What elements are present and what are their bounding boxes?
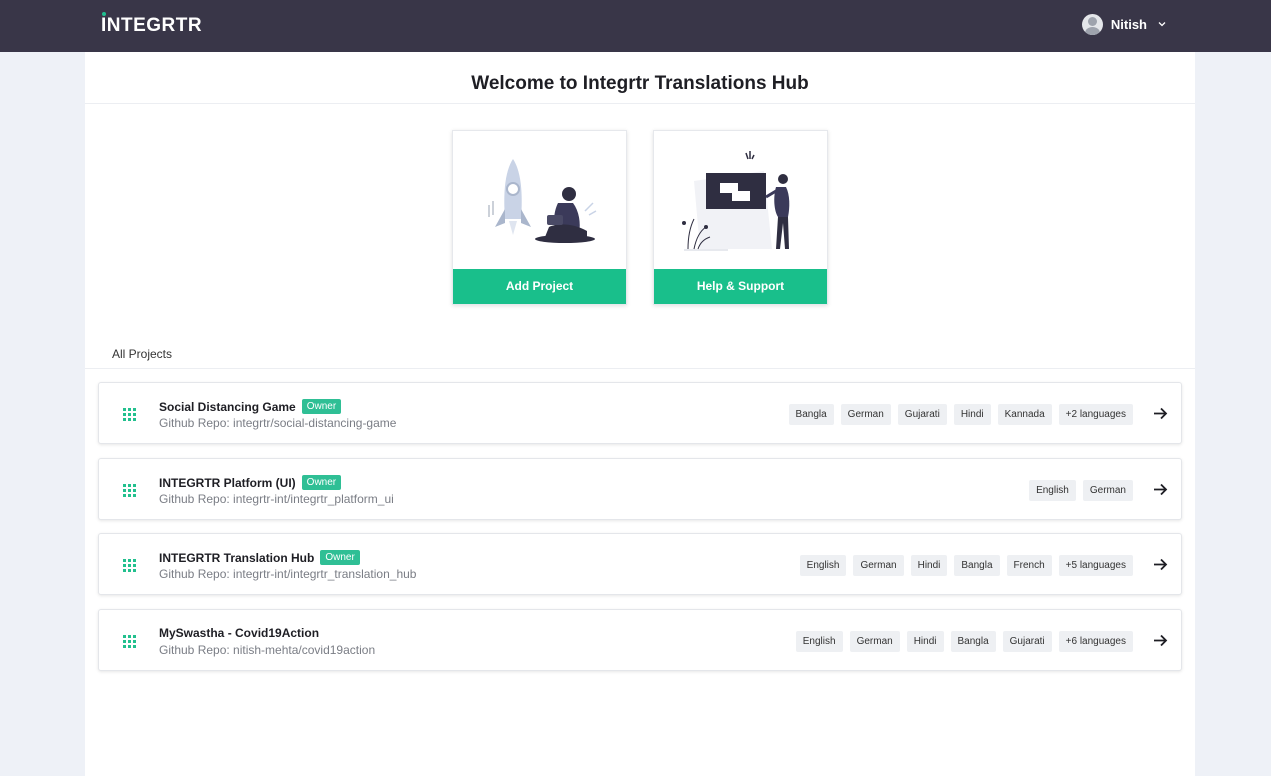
language-tags: English German Hindi Bangla French +5 la… [799,555,1133,576]
owner-badge: Owner [301,399,342,414]
project-title: INTEGRTR Platform (UI) [159,475,296,490]
grid-drag-handle-icon[interactable] [123,559,136,572]
user-menu[interactable]: Nitish [1081,13,1167,35]
project-title: MySwastha - Covid19Action [159,626,320,640]
presentation-illustration-icon [682,151,790,251]
project-repo: Github Repo: integrtr-int/integrtr_trans… [159,567,417,581]
language-tag: Hindi [953,404,991,425]
language-tags: English German Hindi Bangla Gujarati +6 … [795,631,1133,652]
more-languages-tag: +5 languages [1058,555,1133,576]
language-tag: German [853,555,904,576]
more-languages-tag: +2 languages [1058,404,1133,425]
arrow-right-icon[interactable] [1152,556,1169,573]
grid-drag-handle-icon[interactable] [123,484,136,497]
project-row[interactable]: MySwastha - Covid19Action Github Repo: n… [98,609,1182,671]
project-repo: Github Repo: integrtr-int/integrtr_platf… [159,492,394,506]
integrtr-logo[interactable]: INTEGRTR [101,12,203,39]
language-tag: Gujarati [1002,631,1052,652]
logo-accent-dot [102,12,106,16]
add-project-button[interactable]: Add Project [453,269,626,304]
project-repo: Github Repo: integrtr/social-distancing-… [159,416,397,430]
project-title: Social Distancing Game [159,399,296,414]
language-tag: German [849,631,900,652]
project-name: MySwastha - Covid19Action [159,626,319,640]
language-tag: Bangla [954,555,1000,576]
section-divider [85,368,1195,369]
user-avatar-icon [1081,13,1103,35]
language-tags: English German [1029,480,1133,501]
project-row[interactable]: INTEGRTR Translation Hub Owner Github Re… [98,533,1182,595]
rocket-illustration-icon [488,159,597,243]
grid-drag-handle-icon[interactable] [123,635,136,648]
arrow-right-icon[interactable] [1152,632,1169,649]
language-tag: German [840,404,891,425]
language-tag: Gujarati [897,404,947,425]
owner-badge: Owner [320,550,360,565]
page-title: Welcome to Integrtr Translations Hub [85,52,1195,104]
project-row[interactable]: Social Distancing Game Owner Github Repo… [98,382,1182,444]
main-content: Welcome to Integrtr Translations Hub Add… [85,52,1195,776]
owner-badge: Owner [301,475,342,490]
all-projects-heading: All Projects [112,347,173,361]
language-tag: English [795,631,843,652]
language-tag: German [1082,480,1133,501]
language-tag: Kannada [997,404,1052,425]
project-row[interactable]: INTEGRTR Platform (UI) Owner Github Repo… [98,458,1182,520]
language-tag: Hindi [910,555,948,576]
language-tag: Bangla [950,631,996,652]
language-tag: Hindi [906,631,944,652]
help-support-button[interactable]: Help & Support [654,269,827,304]
project-repo: Github Repo: nitish-mehta/covid19action [159,643,376,657]
language-tag: English [1029,480,1076,501]
help-support-card[interactable]: Help & Support [653,130,828,305]
project-name: INTEGRTR Translation Hub Owner [159,550,360,565]
top-navigation-bar: INTEGRTR Nitish [0,0,1271,52]
arrow-right-icon[interactable] [1152,481,1169,498]
language-tag: French [1006,555,1052,576]
chevron-down-icon [1158,22,1166,27]
project-name: Social Distancing Game Owner [159,399,342,414]
language-tag: Bangla [788,404,834,425]
logo-text: INTEGRTR [101,15,203,36]
user-name: Nitish [1110,16,1147,32]
project-title: INTEGRTR Translation Hub [159,550,315,565]
language-tag: English [799,555,847,576]
add-project-card[interactable]: Add Project [452,130,627,305]
project-name: INTEGRTR Platform (UI) Owner [159,475,342,490]
arrow-right-icon[interactable] [1152,405,1169,422]
grid-drag-handle-icon[interactable] [123,408,136,421]
more-languages-tag: +6 languages [1058,631,1133,652]
language-tags: Bangla German Gujarati Hindi Kannada +2 … [788,404,1133,425]
